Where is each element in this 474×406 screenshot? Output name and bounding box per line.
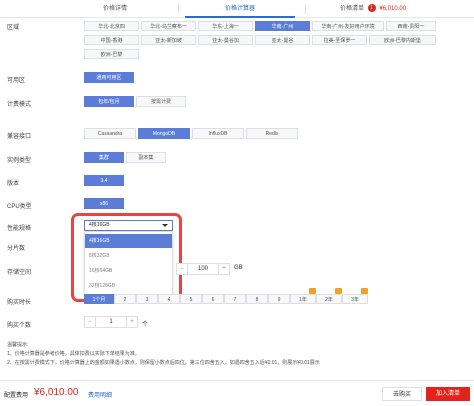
region-saopaulo1[interactable]: 拉美-圣保罗一 xyxy=(312,35,367,45)
duration-8-months[interactable]: 8 xyxy=(246,294,268,304)
gift-icon xyxy=(335,288,342,294)
duration-3-years[interactable]: 3年 xyxy=(342,294,368,304)
spec-option-16c64g[interactable]: 16核64GB xyxy=(85,264,172,278)
spec-select[interactable]: 4核16GB xyxy=(84,220,173,231)
region-east-shanghai1[interactable]: 华东-上海一 xyxy=(198,21,253,31)
tab-divider xyxy=(305,4,306,14)
storage-input[interactable]: 100 xyxy=(187,264,219,274)
config-fee-price: ¥6,010.00 xyxy=(34,387,79,398)
spec-selected-value: 4核16GB xyxy=(89,222,110,228)
az-general[interactable]: 通用可用区 xyxy=(84,72,134,83)
gift-icon xyxy=(309,288,316,294)
duration-4-months[interactable]: 4 xyxy=(158,294,180,304)
price-list-label: 价格清单 xyxy=(340,6,365,12)
duration-2-years[interactable]: 2年 xyxy=(316,294,342,304)
duration-7-months[interactable]: 7 xyxy=(224,294,246,304)
billing-on-demand[interactable]: 按需计费 xyxy=(136,96,186,107)
quantity-unit: 个 xyxy=(142,322,149,328)
instance-type-cluster[interactable]: 集群 xyxy=(84,152,124,163)
duration-5-months[interactable]: 5 xyxy=(180,294,202,304)
region-north-ulanqab1[interactable]: 华北-乌兰察布一 xyxy=(141,21,196,31)
notes-section: 温馨提示: 1、价格计算器是参考价格，具体扣费以实际下单结果为准。 2、在按需计… xyxy=(7,341,320,368)
duration-2-months[interactable]: 2 xyxy=(114,294,136,304)
region-europe-paris[interactable]: 欧洲-巴黎 xyxy=(84,49,139,59)
quantity-decrease-button[interactable]: − xyxy=(85,317,95,327)
region-bangkok-plus[interactable]: 亚太-曼谷加 xyxy=(198,35,253,45)
storage-unit: GB xyxy=(234,265,243,271)
notes-line-1: 1、价格计算器是参考价格，具体扣费以实际下单结果为准。 xyxy=(7,351,140,357)
config-fee-label: 配置费用 xyxy=(4,393,29,399)
cart-price: ¥6,010.00 xyxy=(379,6,407,12)
spec-option-32c128g[interactable]: 32核128GB xyxy=(85,279,172,293)
duration-6-months[interactable]: 6 xyxy=(202,294,224,304)
billing-label: 计费模式 xyxy=(7,102,32,108)
notes-line-2: 2、在按需计费模式下，价格计算器上的金额如果遇小数点，则保留小数点后四位，第三位… xyxy=(7,360,320,366)
billing-yearly-monthly[interactable]: 包年/包月 xyxy=(84,96,134,107)
region-label: 区域 xyxy=(7,25,20,31)
region-south-guangzhou[interactable]: 华南-广州 xyxy=(255,21,310,31)
tab-divider xyxy=(178,4,179,14)
cart-count-badge: 1 xyxy=(367,4,376,13)
api-redis[interactable]: Redis xyxy=(246,128,298,139)
buy-now-button[interactable]: 去购买 xyxy=(382,387,422,401)
storage-stepper: − 100 + xyxy=(176,263,230,275)
version-label: 版本 xyxy=(7,181,20,187)
region-johannesburg[interactable]: 欧洲-巴黎内斯堡 xyxy=(369,35,436,45)
api-influxdb[interactable]: InfluxDB xyxy=(192,128,244,139)
spec-option-4c16g[interactable]: 4核16GB xyxy=(85,234,172,248)
quantity-stepper: − 1 + xyxy=(84,316,138,328)
spec-label: 性能规格 xyxy=(7,226,32,232)
region-singapore[interactable]: 亚太-新加坡 xyxy=(141,35,196,45)
api-cassandra[interactable]: Cassandra xyxy=(84,128,136,139)
duration-1-month[interactable]: 1个月 xyxy=(84,294,114,304)
api-mongodb[interactable]: MongoDB xyxy=(138,128,190,139)
duration-label: 购买时长 xyxy=(7,300,32,306)
version-3-4[interactable]: 3.4 xyxy=(84,175,124,186)
quantity-increase-button[interactable]: + xyxy=(127,317,137,327)
storage-label: 存储空间 xyxy=(7,270,32,276)
add-to-list-button[interactable]: 加入清单 xyxy=(426,387,470,401)
top-tabbar: 价格详情 价格计算器 价格清单 1 ¥6,010.00 xyxy=(0,0,474,18)
quantity-input[interactable]: 1 xyxy=(95,317,127,327)
storage-increase-button[interactable]: + xyxy=(219,264,229,274)
region-north-beijing4[interactable]: 华北-北京四 xyxy=(84,21,139,31)
quantity-label: 购买个数 xyxy=(7,323,32,329)
price-list-cart[interactable]: 价格清单 1 ¥6,010.00 xyxy=(340,0,474,18)
region-southwest-guiyang1[interactable]: 西南-贵阳一 xyxy=(386,21,436,31)
region-bangkok[interactable]: 亚太-曼谷 xyxy=(255,35,310,45)
instance-type-replica[interactable]: 副本集 xyxy=(126,152,166,163)
az-label: 可用区 xyxy=(7,78,26,84)
spec-dropdown-menu: 4核16GB 8核32GB 16核64GB 32核128GB xyxy=(84,231,173,296)
instance-type-label: 实例类型 xyxy=(7,158,32,164)
cpu-x86[interactable]: x86 xyxy=(84,198,124,209)
storage-decrease-button[interactable]: − xyxy=(177,264,187,274)
region-hongkong[interactable]: 中国-香港 xyxy=(84,35,139,45)
tab-price-calculator[interactable]: 价格计算器 xyxy=(185,0,295,18)
fee-detail-link[interactable]: 费用明细 xyxy=(88,390,112,399)
bottom-bar: 配置费用 ¥6,010.00 费用明细 去购买 加入清单 xyxy=(0,380,474,406)
shards-label: 分片数 xyxy=(7,246,26,252)
api-label: 兼容接口 xyxy=(7,134,32,140)
duration-9-months[interactable]: 9 xyxy=(268,294,290,304)
spec-option-8c32g[interactable]: 8核32GB xyxy=(85,249,172,263)
region-south-guangzhou-friendly[interactable]: 华南-广州-友好用户环境 xyxy=(312,21,384,31)
duration-1-year[interactable]: 1年 xyxy=(290,294,316,304)
notes-title: 温馨提示: xyxy=(7,342,29,348)
gift-icon xyxy=(361,288,368,294)
duration-3-months[interactable]: 3 xyxy=(136,294,158,304)
chevron-up-icon xyxy=(162,224,168,227)
tab-price-details[interactable]: 价格详情 xyxy=(60,0,170,18)
cpu-label: CPU类型 xyxy=(7,204,32,210)
